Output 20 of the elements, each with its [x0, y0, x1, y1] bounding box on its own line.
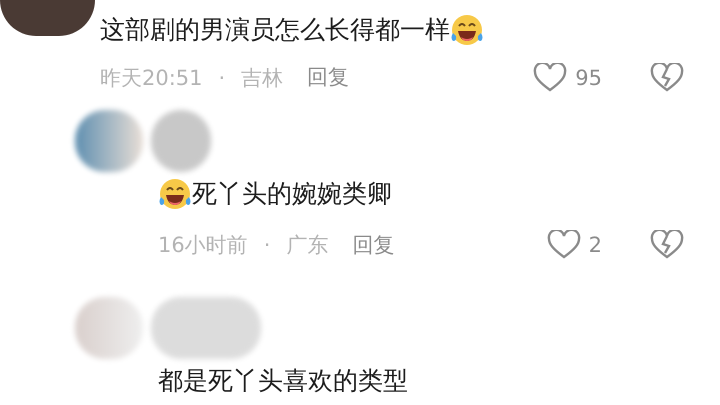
like-count: 2 [588, 232, 602, 260]
blurred-avatar [75, 110, 143, 172]
broken-heart-icon[interactable] [650, 62, 684, 93]
comment-text: 都是死丫头喜欢的类型 [158, 365, 408, 397]
separator-dot: · [264, 232, 270, 260]
blurred-avatar [75, 297, 143, 359]
like-count: 95 [575, 64, 602, 92]
comment-location: 吉林 [241, 64, 284, 92]
broken-heart-icon[interactable] [650, 230, 684, 260]
blurred-username [151, 110, 211, 172]
comment-text: 这部剧的男演员怎么长得都一样 [100, 14, 450, 46]
reply-button[interactable]: 回复 [352, 230, 394, 261]
heart-icon[interactable] [533, 62, 568, 93]
heart-icon[interactable] [546, 230, 581, 260]
comment-location: 广东 [286, 232, 328, 260]
comment-text: 死丫头的婉婉类卿 [192, 178, 392, 210]
comment-time: 16小时前 [158, 232, 248, 260]
comment-time: 昨天20:51 [100, 64, 203, 92]
reply-button[interactable]: 回复 [307, 62, 350, 94]
separator-dot: · [218, 64, 226, 92]
